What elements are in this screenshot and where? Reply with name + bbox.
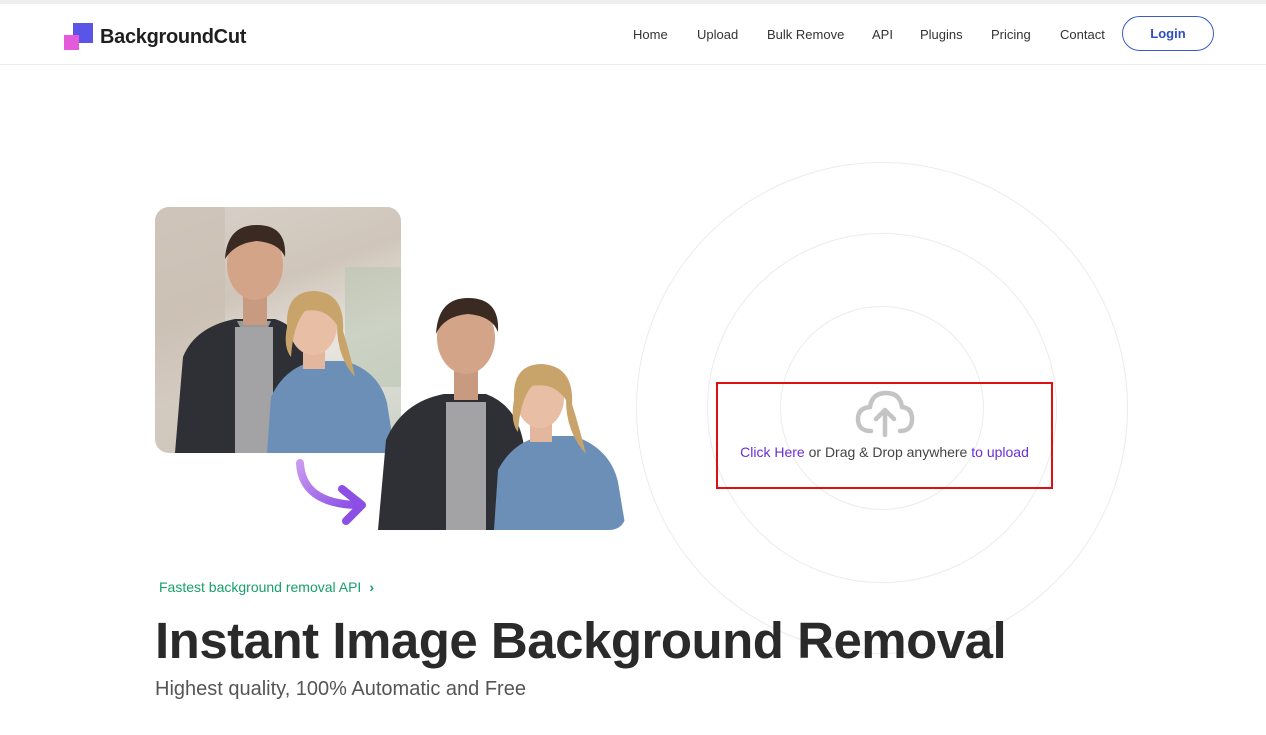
nav-home[interactable]: Home: [633, 27, 668, 42]
nav-api[interactable]: API: [872, 27, 893, 42]
after-photo: [378, 290, 626, 530]
upload-dropzone[interactable]: Click Here or Drag & Drop anywhere to up…: [716, 382, 1053, 489]
nav-bulk-remove[interactable]: Bulk Remove: [767, 27, 844, 42]
nav-contact[interactable]: Contact: [1060, 27, 1105, 42]
logo-mark-icon: [64, 22, 93, 52]
nav-pricing[interactable]: Pricing: [991, 27, 1031, 42]
brand-logo[interactable]: BackgroundCut: [64, 22, 246, 52]
brand-name: BackgroundCut: [100, 25, 247, 48]
api-tagline-link[interactable]: Fastest background removal API ›: [159, 579, 374, 595]
page-subtitle: Highest quality, 100% Automatic and Free: [155, 678, 526, 700]
nav-upload[interactable]: Upload: [697, 27, 738, 42]
login-button[interactable]: Login: [1122, 16, 1214, 51]
couple-photo-before-image: [155, 207, 401, 453]
to-upload-text: to upload: [971, 444, 1029, 460]
click-here-link[interactable]: Click Here: [740, 444, 805, 460]
site-header: BackgroundCut Home Upload Bulk Remove AP…: [0, 4, 1266, 65]
page-title: Instant Image Background Removal: [155, 612, 1007, 669]
couple-photo-after-image: [378, 298, 626, 530]
tagline-text: Fastest background removal API: [159, 579, 362, 595]
upload-instructions: Click Here or Drag & Drop anywhere to up…: [718, 444, 1051, 460]
nav-plugins[interactable]: Plugins: [920, 27, 963, 42]
before-photo: [155, 207, 401, 453]
curved-arrow-icon: [296, 459, 366, 525]
chevron-right-icon: ›: [369, 579, 374, 595]
drag-drop-text: or Drag & Drop anywhere: [804, 444, 972, 460]
cloud-upload-icon: [855, 390, 915, 437]
